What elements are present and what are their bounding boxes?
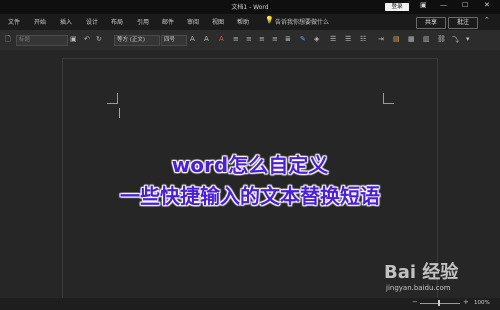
paste-icon[interactable]: ▤: [393, 35, 400, 43]
zoom-out-icon[interactable]: −: [412, 298, 418, 306]
ribbon-options-icon[interactable]: ⌃: [484, 16, 490, 24]
tab-file[interactable]: 文件: [8, 17, 20, 26]
minimize-icon[interactable]: —: [440, 1, 447, 9]
new-document-icon[interactable]: 🗋: [5, 35, 11, 46]
ribbon-tabs: 文件 开始 插入 设计 布局 引用 邮件 审阅 视图 帮助 💡 告诉我你想要做什…: [0, 14, 500, 30]
maximize-icon[interactable]: ☐: [462, 1, 468, 9]
toolbar: 🗋 标题 ▣ ↶ ↻ 等方 (正文) 四号 A A A ≡ ≡ ≡ ≡ ≣ ✎ …: [0, 30, 500, 51]
multilevel-list-icon[interactable]: ☷: [360, 35, 366, 43]
tell-me-search[interactable]: 告诉我你想要做什么: [275, 17, 329, 26]
distribute-icon[interactable]: ≣: [285, 35, 291, 43]
align-right-icon[interactable]: ≡: [259, 35, 265, 43]
overlay-title-line2: 一些快捷输入的文本替换短语: [120, 184, 380, 208]
title-bar: 文档1 - Word 登录 ▣ — ☐ ✕: [0, 0, 500, 14]
undo-icon[interactable]: ↶: [84, 35, 90, 43]
overlay-title-line1: word怎么自定义: [171, 153, 329, 177]
align-center-icon[interactable]: ≡: [246, 35, 252, 43]
link-icon[interactable]: ⛓: [437, 35, 446, 43]
login-button[interactable]: 登录: [385, 3, 409, 11]
style-box[interactable]: 标题: [16, 35, 68, 46]
zoom-slider-thumb[interactable]: [438, 300, 440, 306]
customize-toolbar-icon[interactable]: ▾: [466, 35, 470, 43]
text-cursor: [119, 108, 120, 118]
font-size-select[interactable]: 四号: [161, 35, 187, 46]
baidu-jingyan-watermark: Bai 经验 jingyan.baidu.com: [384, 258, 494, 298]
tab-design[interactable]: 设计: [86, 17, 98, 26]
close-icon[interactable]: ✕: [484, 1, 490, 9]
numbering-icon[interactable]: ☰: [345, 35, 351, 43]
watermark-logo: Bai 经验: [384, 262, 459, 283]
document-page[interactable]: word怎么自定义 一些快捷输入的文本替换短语: [62, 58, 438, 310]
grow-font-icon[interactable]: A: [190, 35, 195, 43]
tab-references[interactable]: 引用: [137, 17, 149, 26]
status-bar: − + 100%: [0, 298, 500, 310]
text-direction-icon[interactable]: ⤵: [452, 35, 459, 45]
chart-icon[interactable]: ▥: [423, 35, 430, 43]
shading-icon[interactable]: ◈: [314, 35, 319, 43]
table-icon[interactable]: ▦: [408, 35, 415, 43]
zoom-in-icon[interactable]: +: [463, 298, 469, 306]
shrink-font-icon[interactable]: A: [204, 35, 209, 43]
indent-icon[interactable]: ⇥: [378, 35, 384, 43]
tab-home[interactable]: 开始: [34, 17, 46, 26]
restore-icon[interactable]: ▣: [420, 1, 427, 9]
tab-review[interactable]: 审阅: [187, 17, 199, 26]
align-left-icon[interactable]: ≡: [233, 35, 239, 43]
tab-help[interactable]: 帮助: [237, 17, 249, 26]
watermark-url: jingyan.baidu.com: [386, 284, 451, 292]
margin-corner-top-left: [107, 93, 118, 104]
tab-insert[interactable]: 插入: [60, 17, 72, 26]
tab-view[interactable]: 视图: [212, 17, 224, 26]
tab-layout[interactable]: 布局: [111, 17, 123, 26]
lightbulb-icon[interactable]: 💡: [265, 16, 274, 24]
font-color-icon[interactable]: A: [219, 35, 224, 43]
tab-mailings[interactable]: 邮件: [162, 17, 174, 26]
zoom-slider[interactable]: [420, 303, 460, 304]
margin-corner-top-right: [383, 93, 394, 104]
zoom-level[interactable]: 100%: [474, 300, 490, 306]
share-button[interactable]: 共享: [416, 17, 446, 29]
highlight-icon[interactable]: ✎: [300, 35, 306, 43]
redo-icon[interactable]: ↻: [96, 35, 102, 43]
share-label: 共享: [424, 19, 437, 26]
font-name-select[interactable]: 等方 (正文): [114, 35, 160, 46]
bullets-icon[interactable]: ☰: [330, 35, 336, 43]
comments-button[interactable]: 批注: [448, 17, 478, 29]
comments-label: 批注: [456, 19, 469, 26]
justify-icon[interactable]: ≡: [272, 35, 278, 43]
save-icon[interactable]: ▣: [70, 35, 77, 43]
